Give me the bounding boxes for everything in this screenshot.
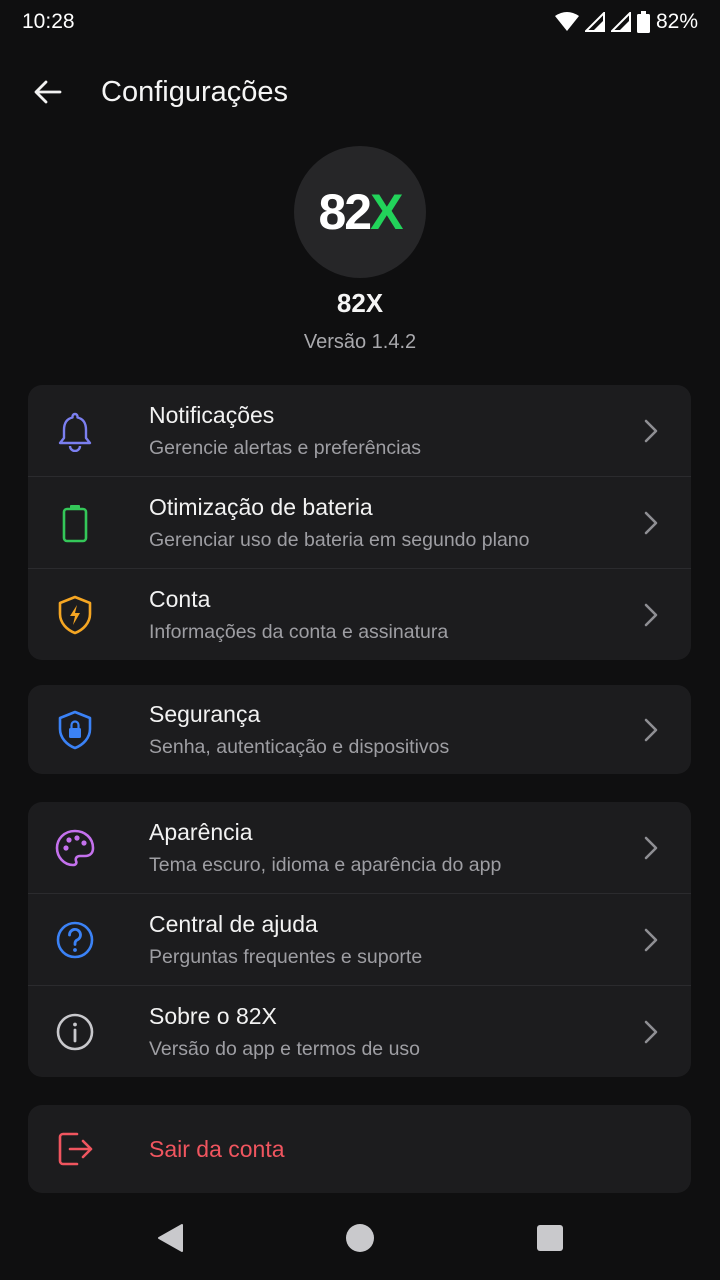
shield-lock-icon bbox=[53, 708, 97, 752]
help-circle-icon bbox=[53, 918, 97, 962]
logout-button[interactable]: Sair da conta bbox=[28, 1105, 691, 1193]
app-version: Versão 1.4.2 bbox=[303, 331, 417, 353]
system-nav-bar bbox=[0, 1196, 720, 1280]
item-subtitle: Tema escuro, idioma e aparência do app bbox=[149, 853, 502, 876]
app-bar: Configurações bbox=[0, 58, 720, 126]
logout-card: Sair da conta bbox=[28, 1105, 691, 1193]
nav-recents-button[interactable] bbox=[530, 1218, 570, 1258]
battery-icon bbox=[53, 501, 97, 545]
item-subtitle: Perguntas frequentes e suporte bbox=[149, 945, 423, 968]
chevron-right-icon bbox=[644, 836, 658, 859]
battery-percent: 82% bbox=[655, 10, 698, 33]
settings-item-ajuda[interactable]: Central de ajuda Perguntas frequentes e … bbox=[28, 893, 691, 985]
item-subtitle: Versão do app e termos de uso bbox=[149, 1037, 421, 1060]
status-time: 10:28 bbox=[22, 10, 75, 33]
shield-bolt-icon bbox=[53, 593, 97, 637]
item-subtitle: Gerencie alertas e preferências bbox=[149, 436, 422, 459]
battery-status-icon bbox=[636, 11, 650, 33]
item-title: Notificações bbox=[149, 401, 275, 428]
chevron-right-icon bbox=[644, 928, 658, 951]
chevron-right-icon bbox=[644, 718, 658, 741]
settings-item-bateria[interactable]: Otimização de bateria Gerenciar uso de b… bbox=[28, 476, 691, 568]
logo-letter: X bbox=[370, 184, 403, 240]
app-header: 82 X 82X Versão 1.4.2 bbox=[0, 146, 720, 354]
signal-icon bbox=[584, 12, 605, 32]
signal-icon-2 bbox=[610, 12, 631, 32]
settings-item-sobre[interactable]: Sobre o 82X Versão do app e termos de us… bbox=[28, 985, 691, 1077]
item-title: Segurança bbox=[149, 700, 261, 727]
chevron-right-icon bbox=[644, 419, 658, 442]
nav-home-icon bbox=[346, 1224, 374, 1252]
app-logo: 82 X bbox=[294, 146, 426, 278]
info-icon bbox=[53, 1010, 97, 1054]
back-button[interactable] bbox=[20, 64, 76, 120]
nav-home-button[interactable] bbox=[340, 1218, 380, 1258]
settings-item-conta[interactable]: Conta Informações da conta e assinatura bbox=[28, 568, 691, 660]
status-icons: 82% bbox=[554, 10, 698, 34]
item-title: Aparência bbox=[149, 818, 253, 845]
settings-item-notificacoes[interactable]: Notificações Gerencie alertas e preferên… bbox=[28, 385, 691, 476]
logout-label: Sair da conta bbox=[149, 1135, 285, 1162]
bell-icon bbox=[53, 409, 97, 453]
nav-back-icon bbox=[158, 1224, 183, 1252]
settings-item-seguranca[interactable]: Segurança Senha, autenticação e disposit… bbox=[28, 685, 691, 774]
app-name: 82X bbox=[336, 288, 384, 318]
palette-icon bbox=[53, 826, 97, 870]
item-title: Otimização de bateria bbox=[149, 493, 373, 520]
nav-recents-icon bbox=[537, 1225, 563, 1251]
nav-back-button[interactable] bbox=[150, 1218, 190, 1258]
item-subtitle: Gerenciar uso de bateria em segundo plan… bbox=[149, 528, 530, 551]
item-subtitle: Informações da conta e assinatura bbox=[149, 620, 449, 643]
logout-icon bbox=[53, 1127, 97, 1171]
item-title: Conta bbox=[149, 585, 211, 612]
item-title: Sobre o 82X bbox=[149, 1002, 277, 1029]
arrow-left-icon bbox=[34, 80, 62, 104]
settings-item-aparencia[interactable]: Aparência Tema escuro, idioma e aparênci… bbox=[28, 802, 691, 893]
status-bar: 10:28 82% bbox=[0, 0, 720, 44]
settings-group-app: Aparência Tema escuro, idioma e aparênci… bbox=[28, 802, 691, 1077]
wifi-icon bbox=[554, 12, 579, 31]
logo-number: 82 bbox=[318, 184, 373, 240]
chevron-right-icon bbox=[644, 511, 658, 534]
settings-group-general: Notificações Gerencie alertas e preferên… bbox=[28, 385, 691, 660]
settings-group-security: Segurança Senha, autenticação e disposit… bbox=[28, 685, 691, 774]
item-title: Central de ajuda bbox=[149, 910, 318, 937]
page-title: Configurações bbox=[101, 75, 288, 108]
chevron-right-icon bbox=[644, 603, 658, 626]
item-subtitle: Senha, autenticação e dispositivos bbox=[149, 735, 450, 758]
chevron-right-icon bbox=[644, 1020, 658, 1043]
